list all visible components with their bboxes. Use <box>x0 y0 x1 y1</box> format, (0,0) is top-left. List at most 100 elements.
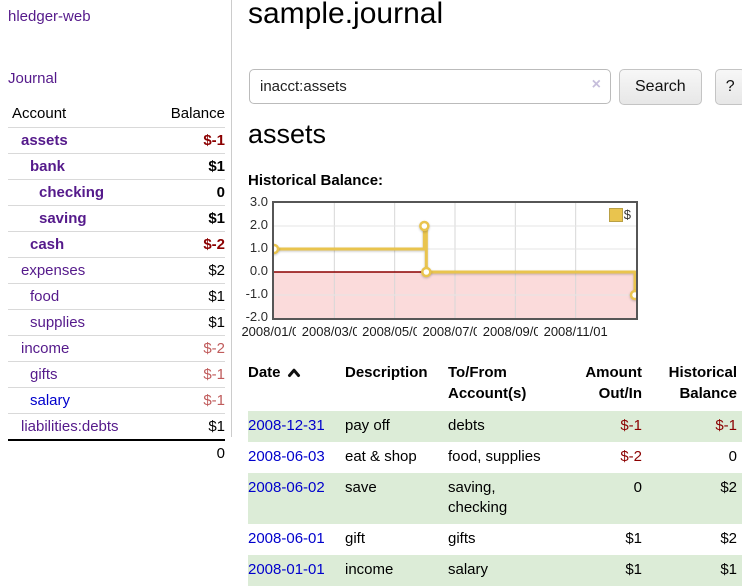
account-row-assets: assets $-1 <box>8 127 225 153</box>
chart-legend: $ <box>609 207 631 222</box>
account-link[interactable]: cash <box>8 236 64 253</box>
data-point-marker <box>631 291 636 299</box>
account-link[interactable]: expenses <box>8 262 85 279</box>
account-link[interactable]: checking <box>8 184 104 201</box>
transaction-date: 2008-06-02 <box>248 473 345 524</box>
account-balance: $-2 <box>203 340 225 357</box>
y-axis-tick-label: 1.0 <box>240 241 268 255</box>
account-balance: $1 <box>208 158 225 175</box>
account-link[interactable]: income <box>8 340 69 357</box>
amount-column-header: Amount Out/In <box>560 359 642 411</box>
account-link[interactable]: bank <box>8 158 65 175</box>
transaction-description: pay off <box>345 411 448 442</box>
account-link[interactable]: salary <box>8 392 70 409</box>
account-balance: $-2 <box>203 236 225 253</box>
transaction-row: 2008-12-31pay offdebts$-1$-1 <box>248 411 742 442</box>
transaction-date-link[interactable]: 2008-06-01 <box>248 530 325 547</box>
account-link[interactable]: saving <box>8 210 87 227</box>
transaction-date: 2008-01-01 <box>248 555 345 586</box>
account-link[interactable]: gifts <box>8 366 58 383</box>
transaction-date-link[interactable]: 2008-06-02 <box>248 479 325 496</box>
y-axis-tick-label: -2.0 <box>240 310 268 324</box>
account-row-salary: salary$-1 <box>8 387 225 413</box>
accounts-total-value: 0 <box>217 445 225 462</box>
journal-link[interactable]: Journal <box>8 70 57 87</box>
data-point-marker <box>420 222 428 230</box>
account-balance: $-1 <box>203 132 225 149</box>
sidebar: hledger-web Journal Account Balance asse… <box>0 0 232 437</box>
transaction-row: 2008-01-01incomesalary$1$1 <box>248 555 742 586</box>
transaction-balance: 0 <box>642 442 742 473</box>
search-input-wrap: × <box>249 69 611 104</box>
transaction-amount: $-2 <box>560 442 642 473</box>
account-row-gifts: gifts $-1 <box>8 361 225 387</box>
search-help-button[interactable]: ? <box>715 69 742 105</box>
account-balance: $1 <box>208 418 225 435</box>
y-axis-tick-label: 2.0 <box>240 218 268 232</box>
transaction-accounts: debts <box>448 411 560 442</box>
account-row-income: income $-2 <box>8 335 225 361</box>
sidebar-item-journal: Journal <box>8 70 57 87</box>
account-link[interactable]: assets <box>8 132 68 149</box>
transaction-row: 2008-06-03eat & shopfood, supplies$-20 <box>248 442 742 473</box>
transaction-row: 2008-06-01 giftgifts$1$2 <box>248 524 742 555</box>
account-balance: 0 <box>217 184 225 201</box>
register-table: Date Description To/From Account(s) Amou… <box>248 359 742 586</box>
account-row-saving: saving $1 <box>8 205 225 231</box>
transaction-description: gift <box>345 524 448 555</box>
app-title-link[interactable]: hledger-web <box>8 8 91 25</box>
chart-plot-area: $ <box>272 201 638 320</box>
transaction-date-link[interactable]: 2008-06-03 <box>248 448 325 465</box>
account-balance: $1 <box>208 210 225 227</box>
account-column-header: Account <box>8 105 66 122</box>
transaction-balance: $2 <box>642 524 742 555</box>
y-axis-tick-label: 3.0 <box>240 195 268 209</box>
balance-column-header-main: Historical Balance <box>642 359 742 411</box>
search-form: × Search ? <box>249 69 742 105</box>
transaction-description: save <box>345 473 448 524</box>
account-row-food: food$1 <box>8 283 225 309</box>
accounts-table: Account Balance assets $-1 bank $1 checking 0… <box>8 102 225 467</box>
account-row-expenses: expenses $2 <box>8 257 225 283</box>
chart-title: Historical Balance: <box>248 172 383 189</box>
data-point-marker <box>274 245 278 253</box>
transaction-date-link[interactable]: 2008-12-31 <box>248 417 325 434</box>
account-balance: $-1 <box>203 366 225 383</box>
accounts-column-header: To/From Account(s) <box>448 359 560 411</box>
transaction-amount: $-1 <box>560 411 642 442</box>
transaction-date: 2008-06-03 <box>248 442 345 473</box>
account-row-supplies: supplies $1 <box>8 309 225 335</box>
chart-canvas <box>274 203 636 318</box>
transaction-date: 2008-06-01 <box>248 524 345 555</box>
register-header-row: Date Description To/From Account(s) Amou… <box>248 359 742 411</box>
y-axis-tick-label: -1.0 <box>240 287 268 301</box>
accounts-table-header: Account Balance <box>8 102 225 127</box>
legend-swatch-icon <box>609 208 623 222</box>
account-link[interactable]: liabilities:debts <box>8 418 119 435</box>
date-column-header[interactable]: Date <box>248 359 345 411</box>
search-button[interactable]: Search <box>619 69 702 105</box>
clear-search-icon[interactable]: × <box>592 77 601 93</box>
account-row-cash: cash $-2 <box>8 231 225 257</box>
transaction-balance: $-1 <box>642 411 742 442</box>
x-axis-tick-label: 2008/11/01 <box>538 324 614 339</box>
account-link[interactable]: supplies <box>8 314 85 331</box>
search-input[interactable] <box>249 69 611 104</box>
account-heading: assets <box>248 119 326 150</box>
transaction-amount: 0 <box>560 473 642 524</box>
account-balance: $2 <box>208 262 225 279</box>
account-row-bank: bank $1 <box>8 153 225 179</box>
transaction-balance: $1 <box>642 555 742 586</box>
transaction-accounts: food, supplies <box>448 442 560 473</box>
transaction-amount: $1 <box>560 555 642 586</box>
legend-label: $ <box>624 207 631 222</box>
account-balance: $1 <box>208 314 225 331</box>
transaction-accounts: gifts <box>448 524 560 555</box>
description-column-header: Description <box>345 359 448 411</box>
transaction-date-link[interactable]: 2008-01-01 <box>248 561 325 578</box>
transaction-amount: $1 <box>560 524 642 555</box>
account-row-checking: checking 0 <box>8 179 225 205</box>
account-link[interactable]: food <box>8 288 59 305</box>
transaction-accounts: saving, checking <box>448 473 560 524</box>
page-title: sample.journal <box>248 0 443 32</box>
